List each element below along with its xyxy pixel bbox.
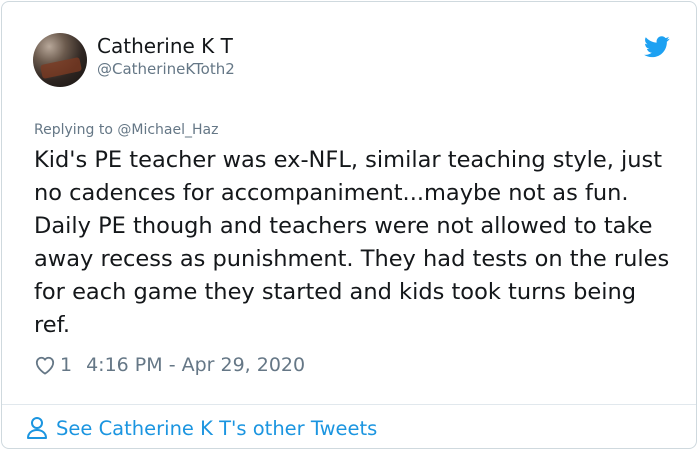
- see-other-tweets-link[interactable]: See Catherine K T's other Tweets: [26, 416, 377, 440]
- avatar[interactable]: [33, 33, 87, 87]
- user-icon: [27, 417, 47, 439]
- twitter-bird-icon[interactable]: [644, 36, 670, 58]
- heart-icon[interactable]: [34, 355, 56, 375]
- see-other-tweets-label[interactable]: See Catherine K T's other Tweets: [56, 417, 377, 440]
- replying-prefix: Replying to: [34, 122, 113, 138]
- timestamp[interactable]: 4:16 PM - Apr 29, 2020: [86, 354, 305, 376]
- tweet-text: Kid's PE teacher was ex-NFL, similar tea…: [34, 147, 670, 338]
- like-count[interactable]: 1: [60, 354, 72, 376]
- replying-to-handle[interactable]: @Michael_Haz: [117, 122, 218, 138]
- author-name[interactable]: Catherine K T: [97, 34, 233, 58]
- author-handle[interactable]: @CatherineKToth2: [97, 60, 235, 78]
- tweet-card: Catherine K T @CatherineKToth2 Replying …: [1, 1, 697, 449]
- divider: [2, 404, 696, 405]
- tweet-meta: 1 4:16 PM - Apr 29, 2020: [34, 352, 305, 378]
- replying-to: Replying to @Michael_Haz: [34, 122, 218, 138]
